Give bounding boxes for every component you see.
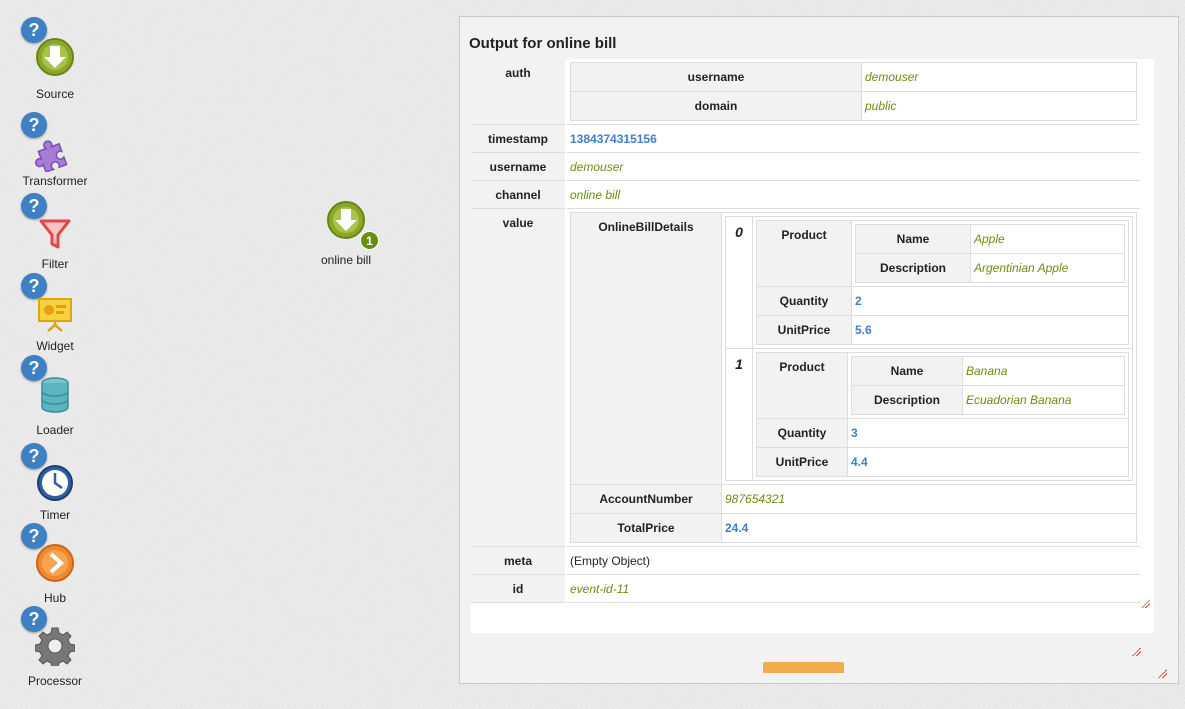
field-key: Product	[756, 220, 852, 287]
row-key: value	[471, 208, 567, 547]
field-key: Description	[851, 385, 963, 415]
palette-item-label: Hub	[43, 591, 66, 605]
field-key: Name	[851, 356, 963, 386]
field-value: 0 Product Name Apple Description Argenti…	[721, 212, 1137, 485]
row-value: username demouser domain public	[566, 59, 1140, 125]
palette-item-loader[interactable]: ? Loader	[0, 355, 110, 437]
palette-item-label: Processor	[27, 674, 83, 688]
field-value: 987654321	[721, 484, 1137, 514]
output-scroll-area[interactable]: auth username demouser domain public tim…	[471, 59, 1154, 633]
value-table: OnlineBillDetails 0 Product Name Apple D…	[570, 212, 1137, 543]
table-row: username demouser	[471, 152, 1140, 181]
canvas-node-online-bill[interactable]: 1 online bill	[316, 198, 379, 268]
list-item: 0 Product Name Apple Description Argenti…	[725, 216, 1133, 349]
row-key: username	[471, 152, 567, 181]
field-key: domain	[570, 91, 862, 121]
table-row: auth username demouser domain public	[471, 59, 1140, 125]
field-value: Apple	[970, 224, 1125, 254]
puzzle-icon	[35, 140, 68, 172]
palette-item-widget[interactable]: ? Widget	[0, 273, 110, 355]
funnel-icon	[39, 219, 71, 249]
row-value: OnlineBillDetails 0 Product Name Apple D…	[566, 208, 1140, 547]
palette-item-label: Widget	[36, 339, 74, 353]
table-row: value OnlineBillDetails 0 Product Name A…	[471, 208, 1140, 547]
row-key: auth	[471, 59, 567, 125]
table-row: timestamp 1384374315156	[471, 124, 1140, 153]
row-value: online bill	[566, 180, 1140, 209]
field-key: OnlineBillDetails	[570, 212, 722, 485]
field-key: Name	[855, 224, 971, 254]
presentation-icon	[38, 298, 72, 332]
component-palette: ? Source ? Transformer ? Filter ? Widget	[0, 0, 110, 709]
database-icon	[41, 377, 69, 413]
array-index: 1	[725, 348, 753, 481]
resize-handle[interactable]	[1141, 599, 1150, 608]
palette-item-source[interactable]: ? Source	[0, 17, 110, 101]
field-key: username	[570, 62, 862, 92]
palette-item-label: Timer	[39, 508, 71, 522]
row-value: event-id-11	[566, 574, 1140, 603]
field-value: 3	[847, 418, 1129, 448]
field-value: Banana	[962, 356, 1125, 386]
palette-item-label: Source	[35, 87, 75, 101]
output-table: auth username demouser domain public tim…	[471, 59, 1140, 603]
row-key: timestamp	[471, 124, 567, 153]
field-key: Description	[855, 253, 971, 283]
field-key: Product	[756, 352, 848, 419]
row-key: meta	[471, 546, 567, 575]
table-row: id event-id-11	[471, 574, 1140, 603]
field-key: Quantity	[756, 286, 852, 316]
table-row: channel online bill	[471, 180, 1140, 209]
node-label: online bill	[320, 253, 372, 267]
field-value: Argentinian Apple	[970, 253, 1125, 283]
palette-item-transformer[interactable]: ? Transformer	[0, 112, 110, 194]
row-key: id	[471, 574, 567, 603]
field-value: 4.4	[847, 447, 1129, 477]
clock-icon	[37, 465, 73, 501]
field-value: Ecuadorian Banana	[962, 385, 1125, 415]
field-key: UnitPrice	[756, 315, 852, 345]
palette-item-hub[interactable]: ? Hub	[0, 523, 110, 605]
palette-item-label: Filter	[41, 257, 69, 271]
bill-details-array: 0 Product Name Apple Description Argenti…	[725, 216, 1133, 481]
palette-item-label: Transformer	[22, 174, 88, 188]
output-panel: Output for online bill auth username dem…	[459, 16, 1179, 684]
panel-resize-handle[interactable]	[1158, 669, 1167, 678]
list-item: 1 Product Name Banana Description Ecuado…	[725, 348, 1133, 481]
ok-button[interactable]	[763, 662, 844, 673]
auth-table: username demouser domain public	[570, 62, 1137, 121]
array-index: 0	[725, 216, 753, 349]
table-row: meta (Empty Object)	[471, 546, 1140, 575]
palette-item-filter[interactable]: ? Filter	[0, 193, 110, 275]
field-value: 5.6	[851, 315, 1129, 345]
palette-item-processor[interactable]: ? Processor	[0, 606, 110, 688]
field-value: 24.4	[721, 513, 1137, 543]
source-icon	[327, 201, 365, 239]
palette-item-label: Loader	[36, 423, 74, 437]
field-key: Quantity	[756, 418, 848, 448]
row-value: 1384374315156	[566, 124, 1140, 153]
event-count-badge[interactable]: 1	[360, 231, 379, 250]
row-value: demouser	[566, 152, 1140, 181]
field-key: AccountNumber	[570, 484, 722, 514]
field-key: TotalPrice	[570, 513, 722, 543]
row-key: channel	[471, 180, 567, 209]
field-value: 2	[851, 286, 1129, 316]
field-value: demouser	[861, 62, 1137, 92]
source-icon	[36, 38, 74, 76]
field-key: UnitPrice	[756, 447, 848, 477]
panel-title: Output for online bill	[469, 35, 617, 52]
hub-icon	[36, 544, 74, 582]
gear-icon	[35, 627, 75, 666]
resize-handle[interactable]	[1132, 647, 1141, 656]
row-value: (Empty Object)	[566, 546, 1140, 575]
field-value: public	[861, 91, 1137, 121]
palette-item-timer[interactable]: ? Timer	[0, 443, 110, 525]
